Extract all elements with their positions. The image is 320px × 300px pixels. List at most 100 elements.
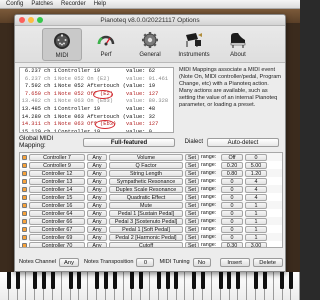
piano-keyboard[interactable] [0,272,301,300]
mapping-event-select[interactable]: Controller 14 [29,185,85,193]
mapping-action-select[interactable]: Set [185,193,199,201]
mapping-enabled-checkbox[interactable] [22,186,27,192]
mapping-channel-select[interactable]: Any [87,177,107,185]
piano-black-key[interactable] [33,272,38,289]
range-max-field[interactable]: 3.00 [245,241,267,247]
piano-black-key[interactable] [253,272,258,289]
mapping-action-select[interactable]: Set [185,201,199,209]
piano-black-key[interactable] [68,272,73,289]
piano-black-key[interactable] [200,272,205,289]
tab-about[interactable]: About [218,28,258,61]
piano-black-key[interactable] [192,272,197,289]
mapping-channel-select[interactable]: Any [87,201,107,209]
mapping-event-select[interactable]: Controller 7 [29,153,85,161]
mapping-channel-select[interactable]: Any [87,161,107,169]
range-max-field[interactable]: 1 [245,233,267,241]
mapping-row[interactable]: Controller 64 Any Pedal 1 [Sustain Pedal] S… [20,209,282,217]
piano-black-key[interactable] [262,272,267,289]
mapping-row[interactable]: Controller 70 Any Cutoff Set range: 0.30 3.00 [20,241,282,247]
mapping-row[interactable]: Controller 16 Any Mute Set range: 0 1 [20,201,282,209]
piano-black-key[interactable] [218,272,223,289]
range-max-field[interactable]: 4 [245,185,267,193]
mapping-row[interactable]: Controller 15 Any Quadratic Effect Set range… [20,193,282,201]
mapping-channel-select[interactable]: Any [87,233,107,241]
mapping-parameter-select[interactable]: Sympathetic Resonance [109,177,183,185]
mapping-channel-select[interactable]: Any [87,185,107,193]
mapping-channel-select[interactable]: Any [87,209,107,217]
mapping-parameter-select[interactable]: Cutoff [109,241,183,247]
range-max-field[interactable]: 4 [245,193,267,201]
piano-black-key[interactable] [227,272,232,289]
mapping-enabled-checkbox[interactable] [22,218,27,224]
notes-channel-select[interactable]: Any [59,257,80,267]
mapping-channel-select[interactable]: Any [87,169,107,177]
range-min-field[interactable]: 0 [221,209,243,217]
mapping-row[interactable]: Controller 66 Any Pedal 3 [Sostenuto Pedal… [20,217,282,225]
mapping-action-select[interactable]: Set [185,177,199,185]
piano-black-key[interactable] [130,272,135,289]
mapping-preset-select[interactable]: Full-featured [83,137,175,147]
dialect-select[interactable]: Auto-detect [207,137,279,147]
zoom-window-button[interactable] [37,17,43,23]
mapping-parameter-select[interactable]: Pedal 3 [Sostenuto Pedal] [109,217,183,225]
mapping-action-select[interactable]: Set [185,225,199,233]
range-min-field[interactable]: 0.30 [221,241,243,247]
range-max-field[interactable]: 1 [245,225,267,233]
mapping-channel-select[interactable]: Any [87,225,107,233]
mapping-channel-select[interactable]: Any [87,153,107,161]
mapping-parameter-select[interactable]: Quadratic Effect [109,193,183,201]
mapping-event-select[interactable]: Controller 16 [29,201,85,209]
piano-black-key[interactable] [174,272,179,289]
mapping-row[interactable]: Controller 13 Any Sympathetic Resonance Set… [20,177,282,185]
mapping-row[interactable]: Controller 67 Any Pedal 1 [Soft Pedal] Set r… [20,225,282,233]
piano-black-key[interactable] [50,272,55,289]
mapping-row[interactable]: Controller 69 Any Pedal 2 [Harmonic Pedal]… [20,233,282,241]
mapping-row[interactable]: Controller 14 Any Duplex Scale Resonance Se… [20,185,282,193]
menu-patches[interactable]: Patches [31,1,53,7]
piano-black-key[interactable] [42,272,47,289]
piano-black-key[interactable] [236,272,241,289]
range-max-field[interactable]: 4 [245,177,267,185]
mapping-event-select[interactable]: Controller 67 [29,225,85,233]
mapping-action-select[interactable]: Set [185,169,199,177]
piano-black-key[interactable] [95,272,100,289]
mapping-event-select[interactable]: Controller 66 [29,217,85,225]
piano-black-key[interactable] [165,272,170,289]
insert-button[interactable]: Insert [219,257,250,267]
mapping-action-select[interactable]: Set [185,185,199,193]
mapping-parameter-select[interactable]: Q Factor [109,161,183,169]
mapping-action-select[interactable]: Set [185,241,199,247]
piano-black-key[interactable] [15,272,20,289]
mapping-parameter-select[interactable]: Duplex Scale Resonance [109,185,183,193]
piano-black-key[interactable] [112,272,117,289]
mapping-enabled-checkbox[interactable] [22,234,27,240]
range-min-field[interactable]: 0 [221,225,243,233]
piano-black-key[interactable] [139,272,144,289]
mapping-event-select[interactable]: Controller 69 [29,233,85,241]
range-max-field[interactable]: 1 [245,201,267,209]
mapping-enabled-checkbox[interactable] [22,194,27,200]
range-min-field[interactable]: 0.80 [221,169,243,177]
mapping-event-select[interactable]: Controller 12 [29,169,85,177]
menu-help[interactable]: Help [94,1,106,7]
mapping-parameter-select[interactable]: Mute [109,201,183,209]
mapping-enabled-checkbox[interactable] [22,170,27,176]
mapping-parameter-select[interactable]: Volume [109,153,183,161]
piano-black-key[interactable] [280,272,285,289]
mapping-action-select[interactable]: Set [185,233,199,241]
mapping-row[interactable]: Controller 9 Any Q Factor Set range: 0.20 5.00 [20,161,282,169]
piano-black-key[interactable] [77,272,82,289]
range-min-field[interactable]: Off [221,153,243,161]
range-min-field[interactable]: 0 [221,193,243,201]
range-min-field[interactable]: 0 [221,185,243,193]
piano-black-key[interactable] [6,272,11,289]
tab-perf[interactable]: Perf [86,28,126,61]
minimize-window-button[interactable] [28,17,34,23]
mapping-row[interactable]: Controller 12 Any String Length Set range: 0.… [20,169,282,177]
close-window-button[interactable] [19,17,25,23]
piano-black-key[interactable] [289,272,294,289]
mapping-parameter-select[interactable]: Pedal 1 [Sustain Pedal] [109,209,183,217]
mapping-enabled-checkbox[interactable] [22,242,27,247]
piano-black-key[interactable] [156,272,161,289]
notes-transposition-field[interactable]: 0 [136,257,155,267]
